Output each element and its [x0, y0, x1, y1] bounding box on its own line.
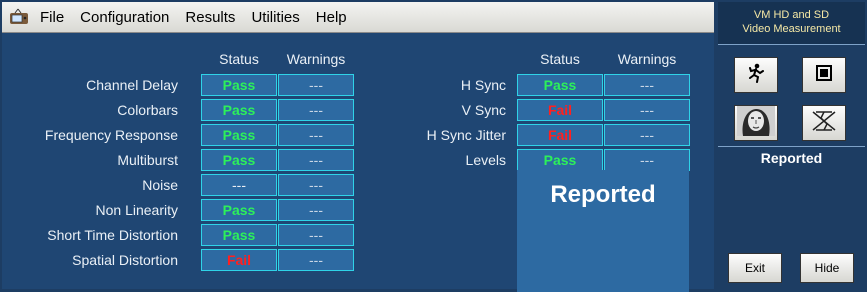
stop-icon	[816, 64, 832, 86]
warning-cell: ---	[278, 99, 354, 121]
menu-bar: File Configuration Results Utilities Hel…	[2, 2, 714, 33]
status-cell: Fail	[517, 99, 603, 121]
warning-cell: ---	[278, 249, 354, 271]
row-label: Non Linearity	[95, 202, 179, 218]
side-panel-title: VM HD and SD Video Measurement	[718, 2, 865, 44]
menu-help[interactable]: Help	[316, 9, 347, 26]
row-label: V Sync	[461, 102, 506, 118]
side-reported-label: Reported	[760, 150, 823, 166]
reported-text: Reported	[550, 181, 656, 208]
warning-cell: ---	[278, 174, 354, 196]
menu-results[interactable]: Results	[185, 9, 235, 26]
status-cell: ---	[201, 174, 277, 196]
row-label: Noise	[142, 177, 178, 193]
results-area: Status Warnings Channel Delay Pass --- Colo…	[2, 33, 714, 292]
left-status-header: Status	[219, 51, 259, 67]
row-label: Levels	[465, 152, 506, 168]
row-label: Short Time Distortion	[47, 227, 178, 243]
warning-cell: ---	[604, 74, 690, 96]
right-status-header: Status	[540, 51, 580, 67]
side-title-line2: Video Measurement	[742, 23, 841, 35]
waveform-button[interactable]	[802, 105, 846, 141]
status-cell: Pass	[201, 124, 277, 146]
waveform-icon	[810, 108, 838, 139]
status-cell: Pass	[517, 74, 603, 96]
row-label: Spatial Distortion	[72, 252, 178, 268]
exit-button[interactable]: Exit	[728, 253, 782, 283]
right-warnings-header: Warnings	[617, 51, 677, 67]
row-label: Channel Delay	[86, 77, 178, 93]
warning-cell: ---	[604, 99, 690, 121]
status-cell: Pass	[517, 149, 603, 171]
status-cell: Fail	[517, 124, 603, 146]
warning-cell: ---	[278, 224, 354, 246]
row-label: H Sync Jitter	[426, 127, 506, 143]
reported-panel: Reported	[517, 170, 689, 292]
running-man-icon	[745, 62, 767, 89]
warning-cell: ---	[278, 74, 354, 96]
warning-cell: ---	[604, 124, 690, 146]
run-button[interactable]	[734, 57, 778, 93]
row-label: Multiburst	[117, 152, 178, 168]
row-label: H Sync	[460, 77, 506, 93]
status-cell: Pass	[201, 224, 277, 246]
divider	[718, 44, 865, 45]
stop-button[interactable]	[802, 57, 846, 93]
left-warnings-header: Warnings	[286, 51, 346, 67]
side-panel: VM HD and SD Video Measurement Reported …	[718, 2, 865, 289]
menu-file[interactable]: File	[40, 9, 64, 26]
menu-utilities[interactable]: Utilities	[251, 9, 299, 26]
warning-cell: ---	[604, 149, 690, 171]
warning-cell: ---	[278, 124, 354, 146]
status-cell: Pass	[201, 99, 277, 121]
hide-button[interactable]: Hide	[800, 253, 854, 283]
menu-configuration[interactable]: Configuration	[80, 9, 169, 26]
row-label: Frequency Response	[44, 127, 178, 143]
warning-cell: ---	[278, 199, 354, 221]
face-picture-icon	[737, 105, 775, 141]
row-label: Colorbars	[117, 102, 178, 118]
picture-button[interactable]	[734, 105, 778, 141]
divider	[718, 146, 865, 147]
status-cell: Fail	[201, 249, 277, 271]
app-logo-icon	[8, 6, 30, 28]
status-cell: Pass	[201, 199, 277, 221]
warning-cell: ---	[278, 149, 354, 171]
status-cell: Pass	[201, 74, 277, 96]
side-title-line1: VM HD and SD	[753, 9, 830, 21]
status-cell: Pass	[201, 149, 277, 171]
